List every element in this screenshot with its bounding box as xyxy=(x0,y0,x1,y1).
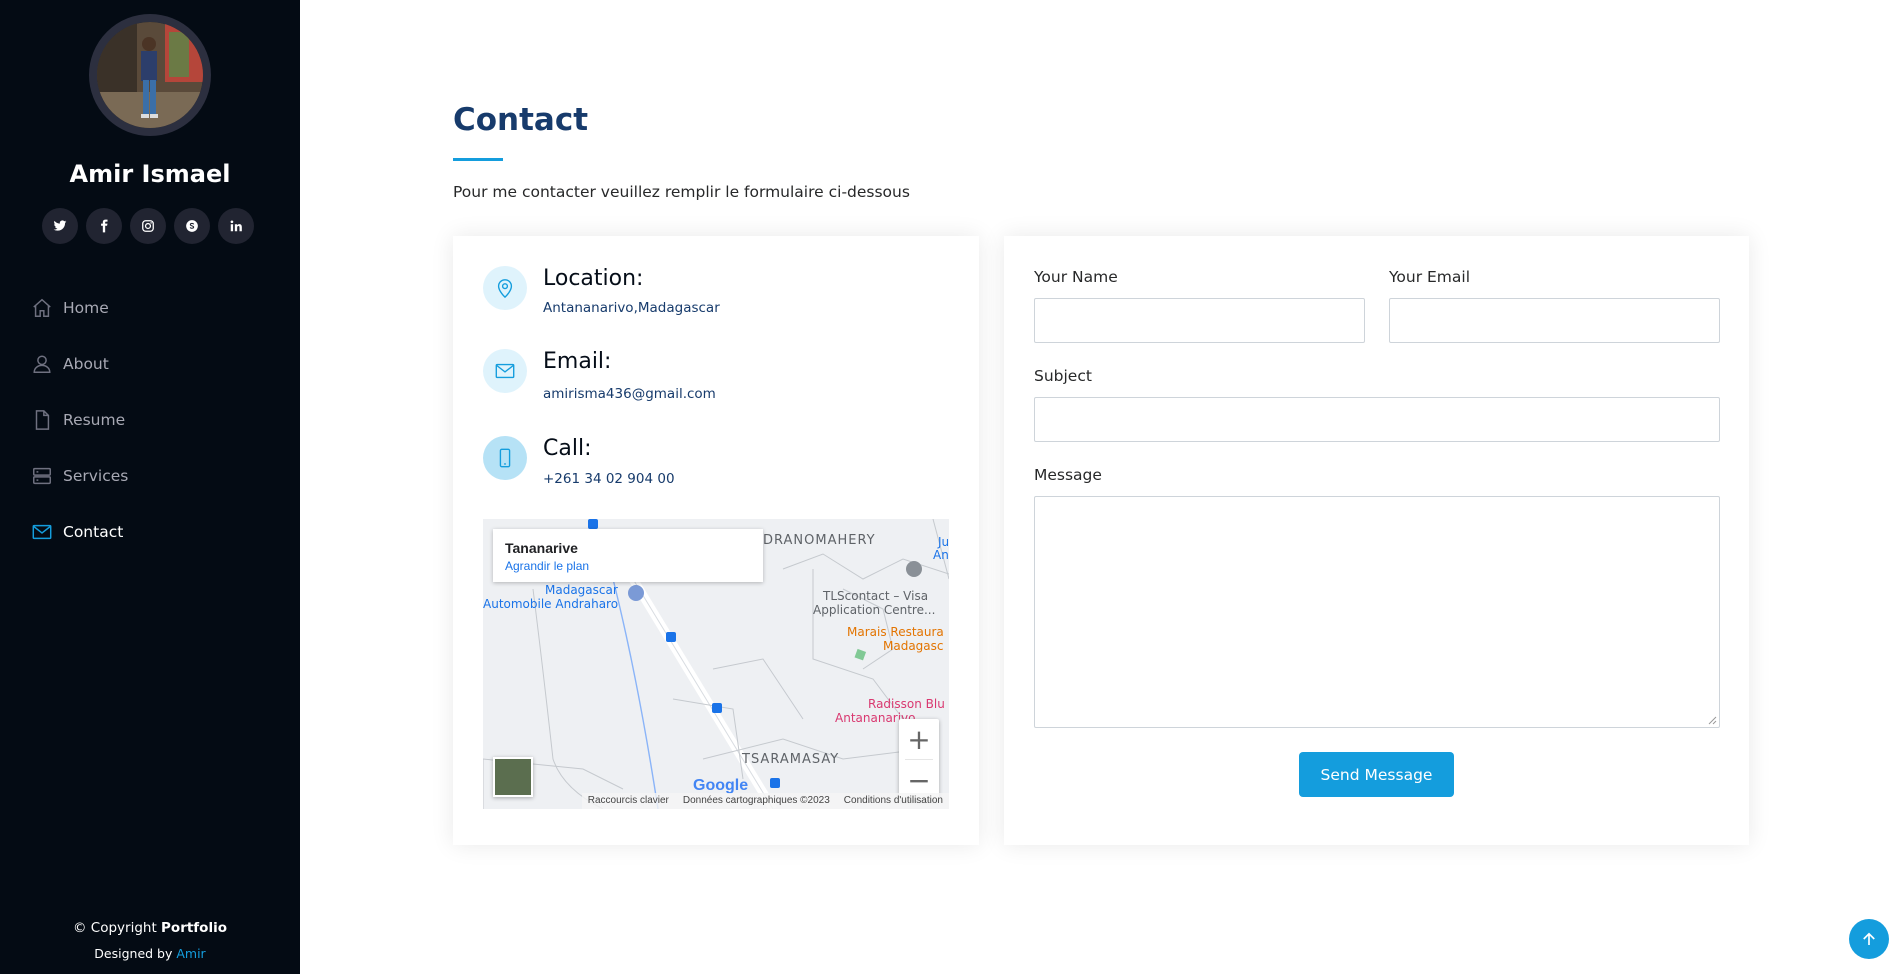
call-value: +261 34 02 904 00 xyxy=(543,471,675,487)
nav-item-label: Home xyxy=(63,299,109,317)
email-heading: Email: xyxy=(543,349,612,374)
enlarge-map-link[interactable]: Agrandir le plan xyxy=(505,559,751,573)
map-label-radisson-1: Radisson Blu xyxy=(868,697,945,711)
map-label-andranomahery: DRANOMAHERY xyxy=(763,533,876,548)
sidebar: Amir Ismael Home About Resume Services C… xyxy=(0,0,300,974)
nav-item-about[interactable]: About xyxy=(0,336,300,392)
twitter-link[interactable] xyxy=(42,208,78,244)
copyright-brand: Portfolio xyxy=(161,920,227,936)
embedded-map[interactable]: DRANOMAHERY Ju An Madagascar Automobile … xyxy=(483,519,949,809)
nav-item-label: About xyxy=(63,355,109,373)
page-title: Contact xyxy=(453,102,589,138)
instagram-icon xyxy=(142,220,154,232)
nav-item-label: Services xyxy=(63,467,129,485)
location-heading: Location: xyxy=(543,266,644,291)
sidebar-footer: © Copyright Portfolio Designed by Amir xyxy=(0,916,300,966)
map-label-ju: Ju xyxy=(938,535,949,549)
subject-label: Subject xyxy=(1034,367,1092,385)
nav-item-services[interactable]: Services xyxy=(0,448,300,504)
message-field[interactable] xyxy=(1034,496,1720,728)
map-attribution: Raccourcis clavier Données cartographiqu… xyxy=(581,793,949,809)
copyright: © Copyright Portfolio xyxy=(0,916,300,941)
email-value: amirisma436@gmail.com xyxy=(543,386,716,402)
linkedin-link[interactable] xyxy=(218,208,254,244)
profile-name: Amir Ismael xyxy=(69,160,231,188)
subject-field[interactable] xyxy=(1034,397,1720,442)
terms-link[interactable]: Conditions d'utilisation xyxy=(844,795,943,807)
contact-form: Your Name Your Email Subject Message Sen… xyxy=(1004,236,1749,845)
location-value: Antananarivo,Madagascar xyxy=(543,300,720,316)
person-icon xyxy=(33,355,51,373)
nav-item-label: Contact xyxy=(63,523,124,541)
main-content: Contact Pour me contacter veuillez rempl… xyxy=(300,0,1904,974)
map-label-marais-2: Madagasc xyxy=(883,639,944,653)
map-zoom-controls: + − xyxy=(899,719,939,800)
call-heading: Call: xyxy=(543,436,592,461)
home-icon xyxy=(33,298,51,317)
linkedin-icon xyxy=(230,220,242,232)
map-place-card: Tananarive Agrandir le plan xyxy=(493,529,763,582)
title-underline xyxy=(453,158,503,161)
arrow-up-icon xyxy=(1863,932,1875,945)
map-label-tsaramasay: TSARAMASAY xyxy=(742,752,840,767)
keyboard-shortcuts-link[interactable]: Raccourcis clavier xyxy=(588,795,669,807)
map-pin-icon xyxy=(497,279,513,299)
map-label-marais-1: Marais Restaura xyxy=(847,625,944,639)
message-label: Message xyxy=(1034,466,1102,484)
nav-menu: Home About Resume Services Contact xyxy=(0,280,300,560)
map-label-automobile: Automobile Andraharo xyxy=(483,597,619,611)
resize-grip-icon[interactable] xyxy=(1708,716,1717,725)
twitter-icon xyxy=(53,220,67,231)
location-icon-wrap xyxy=(483,266,527,310)
satellite-toggle[interactable] xyxy=(493,757,533,797)
social-links xyxy=(42,208,254,244)
nav-item-contact[interactable]: Contact xyxy=(0,504,300,560)
map-place-name: Tananarive xyxy=(505,540,578,556)
back-to-top-button[interactable] xyxy=(1849,919,1889,959)
nav-item-resume[interactable]: Resume xyxy=(0,392,300,448)
nav-item-home[interactable]: Home xyxy=(0,280,300,336)
designer-link[interactable]: Amir xyxy=(176,946,205,961)
email-label: Your Email xyxy=(1389,268,1471,286)
phone-icon xyxy=(499,448,511,468)
nav-item-label: Resume xyxy=(63,411,126,429)
facebook-icon xyxy=(101,219,108,233)
server-icon xyxy=(33,467,51,485)
call-icon-wrap xyxy=(483,436,527,480)
file-icon xyxy=(35,410,50,430)
designed-prefix: Designed by xyxy=(94,946,177,961)
map-label-tlscontact-1: TLScontact – Visa xyxy=(823,589,929,603)
envelope-icon xyxy=(495,363,515,379)
email-icon-wrap xyxy=(483,349,527,393)
envelope-icon xyxy=(32,524,52,540)
map-label-tlscontact-2: Application Centre... xyxy=(813,603,936,617)
name-label: Your Name xyxy=(1034,268,1118,286)
facebook-link[interactable] xyxy=(86,208,122,244)
contact-info-card: Location: Antananarivo,Madagascar Email:… xyxy=(453,236,979,845)
avatar xyxy=(89,14,211,136)
name-field[interactable] xyxy=(1034,298,1365,343)
map-label-madagascar: Madagascar xyxy=(545,583,618,597)
skype-icon xyxy=(186,220,198,232)
send-message-button[interactable]: Send Message xyxy=(1299,752,1454,797)
profile-photo xyxy=(97,22,203,128)
map-label-an: An xyxy=(933,548,949,562)
copyright-prefix: © Copyright xyxy=(72,920,162,936)
credits: Designed by Amir xyxy=(0,941,300,966)
skype-link[interactable] xyxy=(174,208,210,244)
zoom-in-button[interactable]: + xyxy=(899,719,939,759)
email-field[interactable] xyxy=(1389,298,1720,343)
map-data-notice: Données cartographiques ©2023 xyxy=(682,795,830,806)
section-description: Pour me contacter veuillez remplir le fo… xyxy=(453,183,910,201)
instagram-link[interactable] xyxy=(130,208,166,244)
